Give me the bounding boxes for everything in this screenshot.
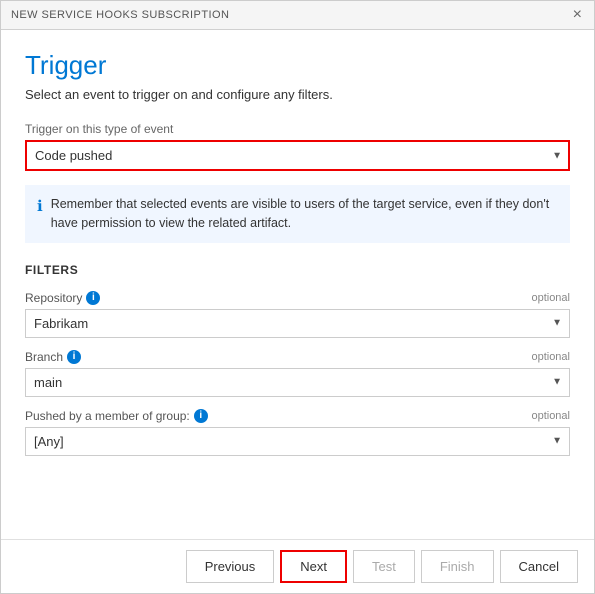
optional-repository: optional xyxy=(531,292,570,304)
branch-select[interactable]: main [Any] xyxy=(25,368,570,397)
filter-row-branch: Branch i optional main [Any] ▼ xyxy=(25,350,570,397)
info-circle-group: i xyxy=(194,409,208,423)
group-select[interactable]: [Any] xyxy=(25,427,570,456)
info-icon: ℹ xyxy=(37,196,43,219)
filters-heading: FILTERS xyxy=(25,263,570,277)
optional-group: optional xyxy=(531,410,570,422)
close-button[interactable]: × xyxy=(571,7,584,23)
next-button[interactable]: Next xyxy=(280,550,347,583)
page-subtitle: Select an event to trigger on and config… xyxy=(25,87,570,102)
info-circle-branch: i xyxy=(67,350,81,364)
filter-label-branch: Branch i xyxy=(25,350,81,364)
branch-select-wrapper: main [Any] ▼ xyxy=(25,368,570,397)
trigger-field-label: Trigger on this type of event xyxy=(25,122,570,136)
optional-branch: optional xyxy=(531,351,570,363)
info-circle-repository: i xyxy=(86,291,100,305)
filter-label-group: Pushed by a member of group: i xyxy=(25,409,208,423)
trigger-select-wrapper: Code pushed Code checked in Pull request… xyxy=(25,140,570,171)
test-button[interactable]: Test xyxy=(353,550,415,583)
info-box: ℹ Remember that selected events are visi… xyxy=(25,185,570,243)
filter-row-group: Pushed by a member of group: i optional … xyxy=(25,409,570,456)
filter-label-repository: Repository i xyxy=(25,291,100,305)
dialog: NEW SERVICE HOOKS SUBSCRIPTION × Trigger… xyxy=(0,0,595,594)
group-select-wrapper: [Any] ▼ xyxy=(25,427,570,456)
trigger-field-group: Trigger on this type of event Code pushe… xyxy=(25,122,570,171)
finish-button[interactable]: Finish xyxy=(421,550,494,583)
dialog-body: Trigger Select an event to trigger on an… xyxy=(1,30,594,539)
dialog-title: NEW SERVICE HOOKS SUBSCRIPTION xyxy=(11,9,229,21)
title-bar: NEW SERVICE HOOKS SUBSCRIPTION × xyxy=(1,1,594,30)
cancel-button[interactable]: Cancel xyxy=(500,550,578,583)
repository-select[interactable]: Fabrikam [Any] xyxy=(25,309,570,338)
previous-button[interactable]: Previous xyxy=(186,550,275,583)
page-title: Trigger xyxy=(25,50,570,81)
filter-row-repository: Repository i optional Fabrikam [Any] ▼ xyxy=(25,291,570,338)
filter-label-row-branch: Branch i optional xyxy=(25,350,570,364)
filter-label-row-repository: Repository i optional xyxy=(25,291,570,305)
dialog-footer: Previous Next Test Finish Cancel xyxy=(1,539,594,593)
info-message: Remember that selected events are visibl… xyxy=(51,195,558,233)
repository-select-wrapper: Fabrikam [Any] ▼ xyxy=(25,309,570,338)
filter-label-row-group: Pushed by a member of group: i optional xyxy=(25,409,570,423)
trigger-select[interactable]: Code pushed Code checked in Pull request… xyxy=(25,140,570,171)
